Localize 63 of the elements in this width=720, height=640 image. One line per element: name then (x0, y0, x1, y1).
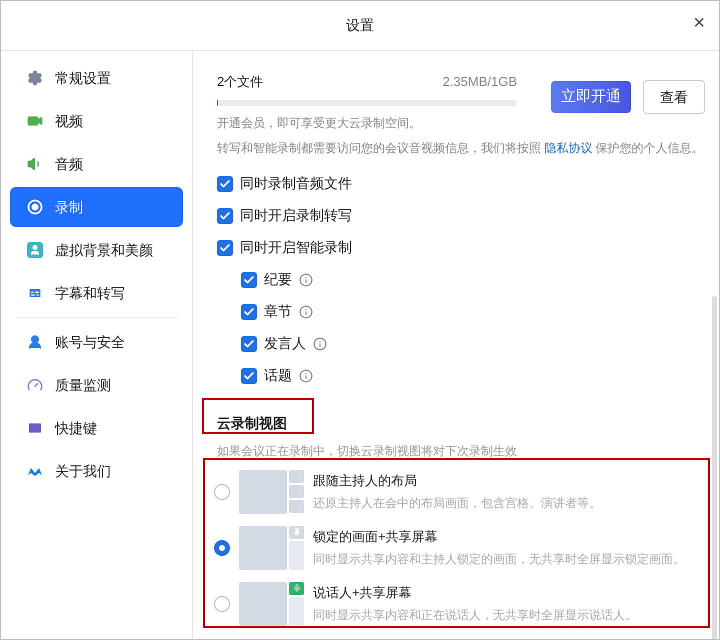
info-icon[interactable] (299, 304, 313, 318)
sidebar-item[interactable]: 质量监测 (10, 365, 183, 405)
check-icon (219, 178, 231, 190)
option-label: 同时开启录制转写 (240, 206, 352, 225)
close-button[interactable]: × (693, 13, 705, 33)
checkbox[interactable] (241, 368, 257, 384)
option-label: 章节 (264, 302, 292, 321)
option-label: 同时录制音频文件 (240, 174, 352, 193)
radio-button[interactable] (214, 596, 230, 612)
check-icon (243, 274, 255, 286)
layout-title: 说话人+共享屏幕 (313, 584, 413, 602)
radio-button[interactable] (214, 540, 230, 556)
privacy-link[interactable]: 隐私协议 (544, 140, 592, 154)
check-icon (219, 210, 231, 222)
record-icon (27, 199, 43, 215)
checkbox[interactable] (217, 176, 233, 192)
storage-usage: 2.35MB/1GB (442, 73, 517, 91)
window-title: 设置 (346, 16, 374, 35)
option-label: 话题 (264, 366, 292, 385)
check-icon (243, 370, 255, 382)
sidebar-item[interactable]: 快捷键 (10, 408, 183, 448)
section-hint: 如果会议正在录制中，切换云录制视图将对下次录制生效 (217, 442, 518, 460)
portrait-icon (27, 242, 43, 258)
info-icon[interactable] (313, 336, 327, 350)
layout-title: 跟随主持人的布局 (313, 472, 418, 490)
layout-thumbnail (239, 470, 304, 514)
layout-thumbnail (239, 582, 304, 626)
checkbox[interactable] (241, 336, 257, 352)
sidebar-item[interactable]: 字幕和转写 (10, 273, 183, 313)
check-icon (243, 306, 255, 318)
option-label: 同时开启智能录制 (240, 238, 352, 257)
layout-description: 还原主持人在会中的布局画面，包含宫格、演讲者等。 (313, 495, 601, 512)
sidebar-item[interactable]: 虚拟背景和美颜 (10, 230, 183, 270)
sidebar-item[interactable]: 录制 (10, 187, 183, 227)
check-icon (219, 242, 231, 254)
radio-button[interactable] (214, 484, 230, 500)
layout-title: 锁定的画面+共享屏幕 (313, 528, 439, 546)
sidebar-item[interactable]: 视频 (10, 101, 183, 141)
scrollbar[interactable] (712, 296, 717, 639)
sidebar-item[interactable]: 关于我们 (10, 451, 183, 491)
layout-description: 同时显示共享内容和正在说话人，无共享时全屏显示说话人。 (313, 607, 637, 624)
privacy-note: 转写和智能录制都需要访问您的会议音视频信息，我们将按照 隐私协议 保护您的个人信息。 (217, 140, 705, 156)
layout-description: 同时显示共享内容和主持人锁定的画面，无共享时全屏显示锁定画面。 (313, 551, 685, 568)
checkbox[interactable] (241, 272, 257, 288)
sidebar-item[interactable]: 账号与安全 (10, 322, 183, 362)
view-button[interactable]: 查看 (643, 80, 705, 114)
info-icon[interactable] (299, 368, 313, 382)
check-icon (243, 338, 255, 350)
upgrade-button[interactable]: 立即开通 (551, 81, 631, 113)
file-count: 2个文件 (217, 73, 264, 91)
checkbox[interactable] (241, 304, 257, 320)
checkbox[interactable] (217, 208, 233, 224)
storage-hint: 开通会员，即可享受更大云录制空间。 (217, 114, 422, 132)
info-icon[interactable] (299, 272, 313, 286)
option-label: 发言人 (264, 334, 306, 353)
sidebar-item[interactable]: 音频 (10, 144, 183, 184)
sidebar-item[interactable]: 常规设置 (10, 58, 183, 98)
section-title: 云录制视图 (217, 414, 287, 432)
layout-thumbnail (239, 526, 304, 570)
option-label: 纪要 (264, 270, 292, 289)
gauge-icon (27, 377, 43, 393)
checkbox[interactable] (217, 240, 233, 256)
gear-icon (27, 70, 43, 86)
